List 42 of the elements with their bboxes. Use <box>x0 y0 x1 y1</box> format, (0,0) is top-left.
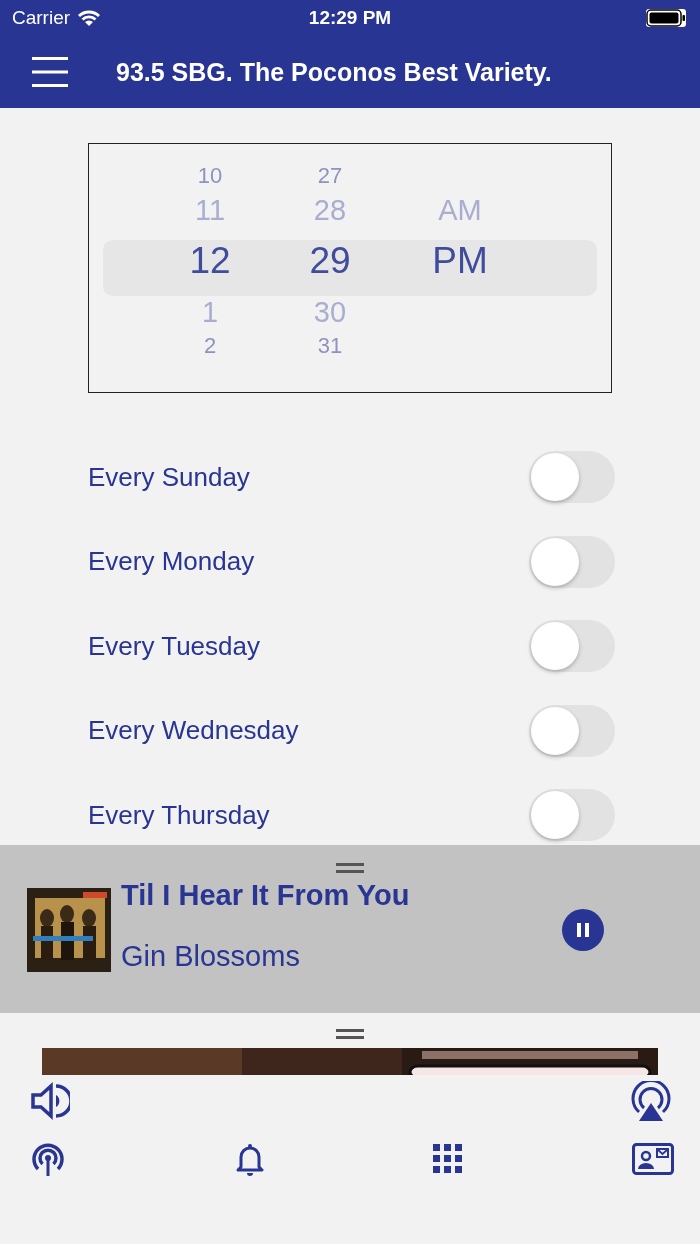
drag-handle-icon[interactable] <box>336 1029 364 1039</box>
toggle-switch[interactable] <box>529 789 615 842</box>
song-title: Til I Hear It From You <box>121 879 410 912</box>
picker-value[interactable]: 2 <box>203 333 217 359</box>
toggle-switch[interactable] <box>529 535 615 588</box>
radio-tower-icon[interactable] <box>30 1141 66 1177</box>
picker-value[interactable]: 28 <box>313 193 347 227</box>
day-label: Every Thursday <box>88 799 270 831</box>
drag-handle-icon[interactable] <box>336 863 364 873</box>
picker-value[interactable]: 12 <box>189 240 231 282</box>
toggle-switch[interactable] <box>529 620 615 673</box>
picker-value[interactable]: 29 <box>309 240 351 282</box>
picker-value[interactable]: 1 <box>201 295 219 329</box>
carrier-label: Carrier <box>12 7 71 29</box>
picker-value[interactable]: 10 <box>197 163 223 189</box>
pause-button[interactable] <box>562 909 604 951</box>
menu-icon <box>32 56 68 88</box>
day-label: Every Monday <box>88 546 255 578</box>
toggle-switch[interactable] <box>529 451 615 504</box>
picker-value[interactable]: AM <box>438 193 482 227</box>
contact-card-icon[interactable] <box>631 1143 674 1175</box>
day-label: Every Wednesday <box>88 715 299 747</box>
picker-value[interactable]: 30 <box>313 295 347 329</box>
toggle-switch[interactable] <box>529 704 615 757</box>
picker-value[interactable]: PM <box>432 240 488 282</box>
app-title: 93.5 SBG. The Poconos Best Variety. <box>116 57 552 87</box>
grid-icon[interactable] <box>433 1144 464 1174</box>
day-label: Every Tuesday <box>88 630 260 662</box>
speaker-icon[interactable] <box>30 1081 70 1121</box>
picker-value[interactable]: 31 <box>317 333 343 359</box>
picker-value[interactable]: 27 <box>317 163 343 189</box>
menu-button[interactable] <box>32 56 68 88</box>
battery-icon <box>646 9 686 27</box>
airplay-icon[interactable] <box>630 1081 672 1123</box>
bell-icon[interactable] <box>234 1142 265 1176</box>
wifi-icon <box>76 9 103 27</box>
day-label: Every Sunday <box>88 461 250 493</box>
clock-time: 12:29 PM <box>308 7 392 29</box>
time-picker[interactable]: 10 11 12 1 2 27 28 29 30 31 AM PM <box>88 143 612 393</box>
pause-icon <box>576 922 590 938</box>
picker-value[interactable]: 11 <box>194 193 226 227</box>
artist-name: Gin Blossoms <box>121 940 301 973</box>
